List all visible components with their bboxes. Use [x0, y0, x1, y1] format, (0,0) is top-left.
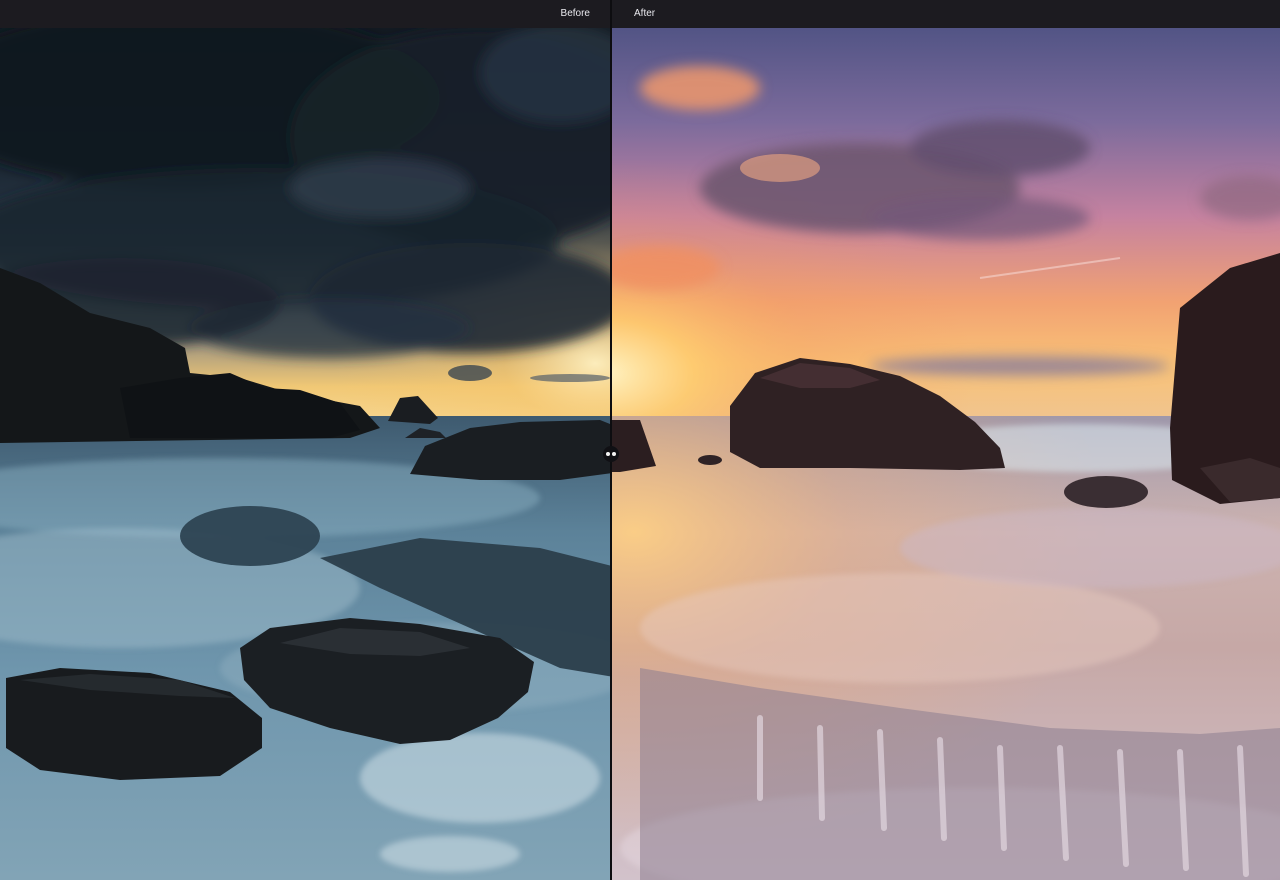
after-image	[611, 28, 1280, 880]
split-handle-icon[interactable]	[603, 446, 619, 462]
before-label: Before	[560, 8, 590, 19]
before-after-compare-view: Before After	[0, 0, 1280, 880]
after-label: After	[634, 8, 656, 19]
handle-dot-right	[612, 452, 616, 456]
before-image	[0, 28, 611, 880]
photo-canvas	[0, 28, 1280, 880]
compare-divider[interactable]	[610, 0, 612, 880]
seascape-photo	[0, 28, 1280, 880]
compare-header-bar: Before After	[0, 0, 1280, 28]
handle-dot-left	[606, 452, 610, 456]
